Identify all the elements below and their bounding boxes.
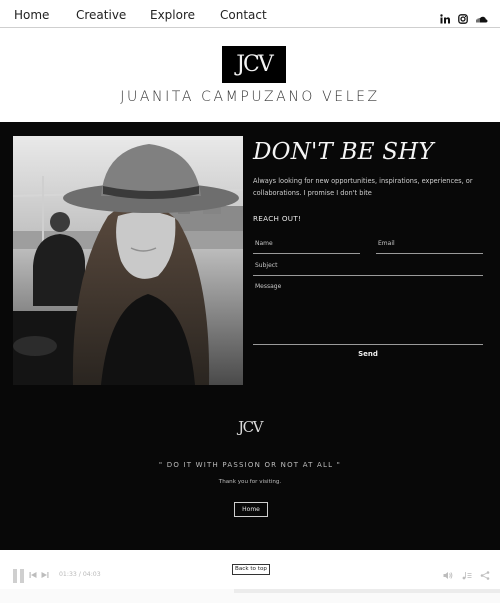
thank-you-text: Thank you for visiting. — [218, 479, 282, 485]
linkedin-icon[interactable] — [440, 14, 450, 24]
portrait-photo — [13, 136, 243, 385]
footer-quote: " DO IT WITH PASSION OR NOT AT ALL " — [158, 461, 342, 469]
nav-contact[interactable]: Contact — [220, 9, 267, 21]
next-track-icon[interactable] — [41, 571, 49, 579]
top-nav: Home Creative Explore Contact — [0, 0, 500, 28]
share-icon[interactable] — [480, 571, 490, 580]
contact-intro: Always looking for new opportunities, in… — [253, 177, 473, 197]
nav-creative[interactable]: Creative — [76, 9, 126, 21]
email-field[interactable]: Email — [376, 240, 483, 254]
name-field[interactable]: Name — [253, 240, 360, 254]
back-to-top-button[interactable]: Back to top — [232, 564, 270, 575]
pause-icon[interactable] — [13, 569, 24, 583]
subject-field[interactable]: Subject — [253, 262, 483, 276]
site-name: JUANITA CAMPUZANO VELEZ — [120, 89, 380, 105]
message-field[interactable]: Message — [253, 283, 483, 345]
footer-logo: JCV — [238, 418, 263, 436]
contact-section: DON'T BE SHY Always looking for new oppo… — [0, 122, 500, 550]
reach-out-label: REACH OUT! — [253, 214, 302, 223]
send-button[interactable]: Send — [340, 350, 396, 358]
site-logo[interactable]: JCV — [222, 46, 286, 83]
footer-home-button[interactable]: Home — [234, 502, 268, 517]
name-placeholder: Name — [255, 240, 273, 247]
previous-track-icon[interactable] — [29, 571, 37, 579]
nav-explore[interactable]: Explore — [150, 9, 195, 21]
volume-icon[interactable] — [443, 571, 453, 580]
track-time: 01:33 / 04:03 — [59, 571, 101, 578]
soundcloud-icon[interactable] — [476, 15, 488, 23]
playlist-icon[interactable] — [462, 571, 472, 580]
social-links — [440, 12, 488, 26]
contact-title: DON'T BE SHY — [253, 139, 434, 165]
subject-placeholder: Subject — [255, 262, 278, 269]
email-placeholder: Email — [378, 240, 395, 247]
instagram-icon[interactable] — [458, 14, 468, 24]
player-progress-track[interactable] — [234, 589, 500, 593]
nav-home[interactable]: Home — [14, 9, 49, 21]
logo-monogram: JCV — [236, 52, 274, 77]
message-placeholder: Message — [255, 283, 282, 290]
